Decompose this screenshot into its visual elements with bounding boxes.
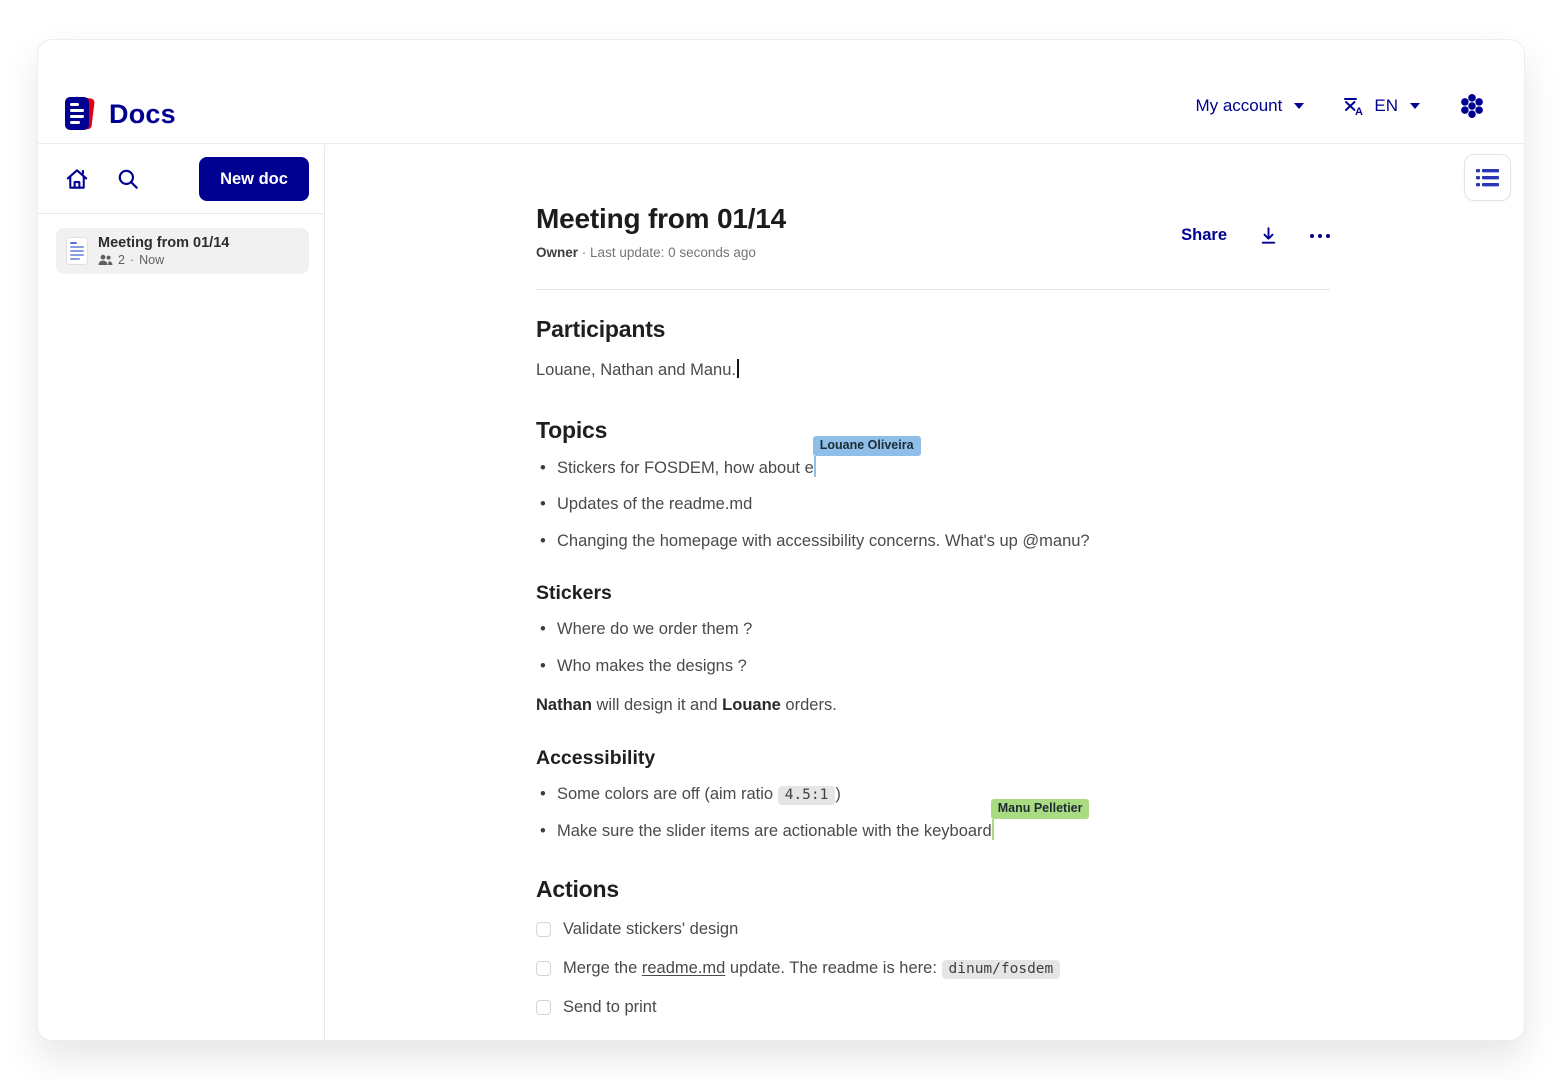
- doc-list-item[interactable]: Meeting from 01/14 2 · Now: [56, 228, 309, 274]
- download-icon: [1258, 225, 1279, 246]
- home-button[interactable]: [60, 162, 94, 196]
- members-icon: [98, 254, 113, 266]
- inline-code: dinum/fosdem: [942, 960, 1061, 979]
- collab-cursor-label: Louane Oliveira: [813, 436, 921, 456]
- document-actions: Share: [1181, 221, 1330, 250]
- svg-text:A: A: [1355, 106, 1363, 118]
- doc-list: Meeting from 01/14 2 · Now: [38, 214, 324, 274]
- participants-text: Louane, Nathan and Manu.: [536, 358, 1330, 384]
- document-icon: [66, 237, 88, 265]
- list-item: Some colors are off (aim ratio 4.5:1): [536, 782, 1330, 807]
- heading-topics: Topics: [536, 417, 1330, 444]
- my-account-label: My account: [1195, 96, 1282, 116]
- ellipsis-icon: [1310, 234, 1314, 238]
- todo-checkbox[interactable]: [536, 1000, 551, 1015]
- todo-item: Send to print: [536, 995, 1330, 1020]
- app-logo[interactable]: Docs: [62, 94, 176, 134]
- list-item: Updates of the readme.md: [536, 492, 1330, 517]
- list-item: Who makes the designs ?: [536, 654, 1330, 679]
- search-icon: [116, 167, 140, 191]
- list-item: Changing the homepage with accessibility…: [536, 529, 1330, 554]
- collab-cursor-manu: Manu Pelletier: [992, 819, 995, 840]
- todo-item: Validate stickers' design: [536, 917, 1330, 942]
- document-content[interactable]: Participants Louane, Nathan and Manu. To…: [536, 316, 1330, 1040]
- todo-checkbox[interactable]: [536, 922, 551, 937]
- heading-accessibility: Accessibility: [536, 747, 1330, 770]
- my-account-menu[interactable]: My account: [1195, 96, 1304, 116]
- inline-code: 4.5:1: [778, 786, 836, 805]
- download-button[interactable]: [1254, 221, 1283, 250]
- todo-list: Validate stickers' design Merge the read…: [536, 917, 1330, 1019]
- stickers-list: Where do we order them ? Who makes the d…: [536, 617, 1330, 679]
- sidebar: New doc Meeting from 01/14: [38, 145, 325, 1040]
- share-button[interactable]: Share: [1181, 226, 1227, 245]
- doc-item-title: Meeting from 01/14: [98, 235, 229, 251]
- table-of-contents-button[interactable]: [1464, 154, 1511, 201]
- list-item: Stickers for FOSDEM, how about eLouane O…: [536, 456, 1330, 481]
- app-header: Docs My account A EN: [38, 40, 1524, 144]
- translate-icon: A: [1342, 94, 1366, 118]
- collab-cursor-label: Manu Pelletier: [991, 799, 1090, 819]
- sidebar-toolbar: New doc: [38, 145, 324, 214]
- search-button[interactable]: [112, 163, 144, 195]
- text-caret: [737, 359, 739, 378]
- docs-logo-icon: [62, 94, 98, 134]
- todo-item: Merge the readme.md update. The readme i…: [536, 956, 1330, 981]
- owner-badge: Owner: [536, 245, 578, 260]
- document-title[interactable]: Meeting from 01/14: [536, 201, 786, 237]
- heading-participants: Participants: [536, 316, 1330, 343]
- list-item: Make sure the slider items are actionabl…: [536, 819, 1330, 844]
- heading-actions: Actions: [536, 876, 1330, 903]
- list-item: Where do we order them ?: [536, 617, 1330, 642]
- apps-waffle-icon: [1458, 92, 1486, 120]
- app-title: Docs: [109, 99, 176, 130]
- heading-stickers: Stickers: [536, 582, 1330, 605]
- last-update-text: Last update: 0 seconds ago: [590, 245, 756, 260]
- language-label: EN: [1374, 96, 1398, 116]
- app-window: Docs My account A EN: [38, 40, 1524, 1040]
- stickers-note: Nathan will design it and Louane orders.: [536, 693, 1330, 719]
- document-area: Meeting from 01/14 Owner · Last update: …: [536, 145, 1330, 1040]
- list-summary-icon: [1475, 167, 1500, 189]
- la-suite-apps-button[interactable]: [1458, 92, 1486, 120]
- readme-link[interactable]: readme.md: [642, 959, 725, 977]
- doc-item-meta: 2 · Now: [98, 253, 229, 267]
- language-selector[interactable]: A EN: [1342, 94, 1420, 118]
- main-panel: Meeting from 01/14 Owner · Last update: …: [326, 145, 1524, 1040]
- topics-list: Stickers for FOSDEM, how about eLouane O…: [536, 456, 1330, 554]
- accessibility-list: Some colors are off (aim ratio 4.5:1) Ma…: [536, 782, 1330, 844]
- todo-checkbox[interactable]: [536, 961, 551, 976]
- more-options-button[interactable]: [1310, 230, 1330, 242]
- title-divider: [536, 289, 1330, 290]
- chevron-down-icon: [1294, 103, 1304, 109]
- new-doc-button[interactable]: New doc: [199, 157, 309, 201]
- document-meta: Owner · Last update: 0 seconds ago: [536, 245, 786, 260]
- collab-cursor-louane: Louane Oliveira: [814, 456, 817, 477]
- chevron-down-icon: [1410, 103, 1420, 109]
- home-icon: [64, 166, 90, 192]
